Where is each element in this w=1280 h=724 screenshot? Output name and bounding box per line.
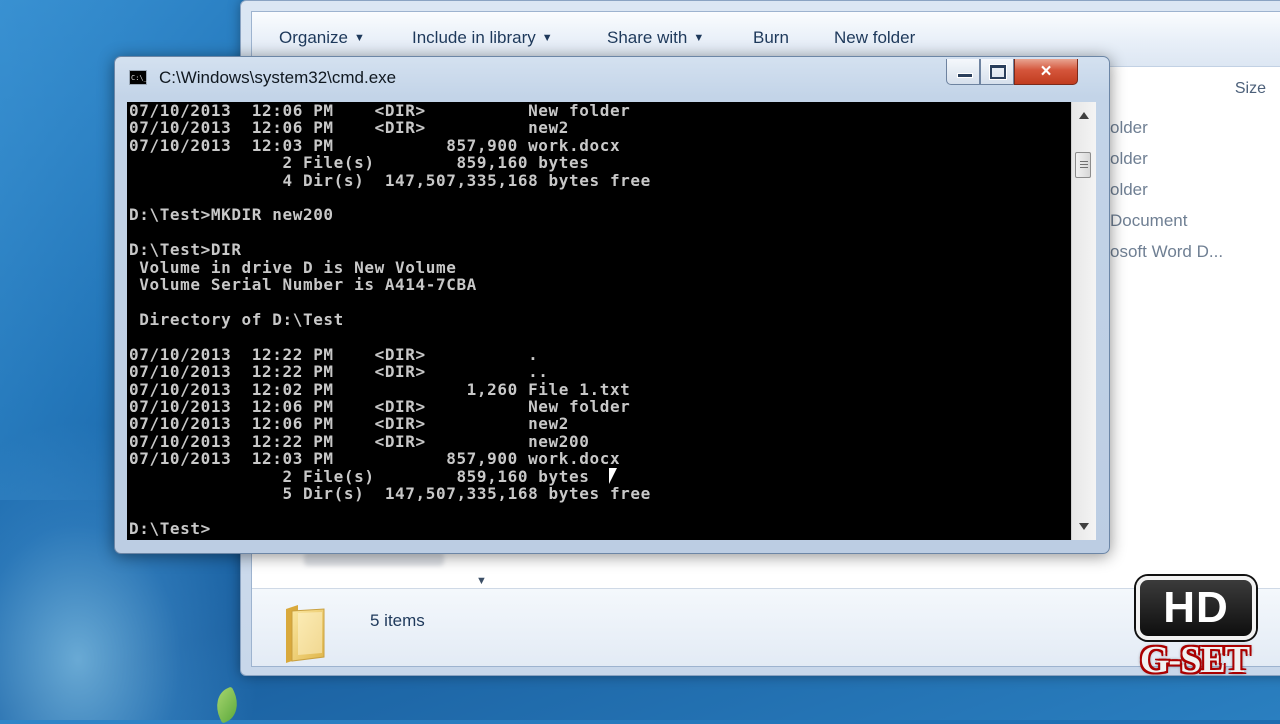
grip-line <box>1080 167 1088 168</box>
close-icon: × <box>1040 61 1052 82</box>
share-with-button[interactable]: Share with ▼ <box>607 28 704 48</box>
chevron-down-icon: ▼ <box>353 32 365 44</box>
scroll-down-arrow-icon[interactable] <box>1079 523 1089 530</box>
burn-button[interactable]: Burn <box>753 28 789 48</box>
mouse-pointer-icon <box>609 468 625 484</box>
minimize-button[interactable] <box>946 59 980 85</box>
new-folder-button[interactable]: New folder <box>834 28 915 48</box>
scroll-up-arrow-icon[interactable] <box>1079 112 1089 119</box>
close-button[interactable]: × <box>1014 59 1078 85</box>
list-item[interactable]: Document <box>1110 205 1280 236</box>
file-list-type-column: older older older Document osoft Word D.… <box>1110 112 1280 267</box>
folder-icon <box>286 605 325 663</box>
cmd-window[interactable]: C:\_ C:\Windows\system32\cmd.exe × 07/10… <box>114 56 1110 554</box>
maximize-button[interactable] <box>980 59 1014 85</box>
include-in-library-label: Include in library <box>412 28 536 47</box>
share-with-label: Share with <box>607 28 688 47</box>
list-item[interactable]: older <box>1110 174 1280 205</box>
hd-watermark-text: HD <box>1163 583 1229 632</box>
gset-watermark-text: G-SET <box>1140 639 1250 681</box>
console-output[interactable]: 07/10/2013 12:06 PM <DIR> New folder 07/… <box>127 102 1071 540</box>
items-count: 5 items <box>370 611 425 630</box>
hd-watermark-logo: HD <box>1136 576 1256 640</box>
list-item[interactable]: older <box>1110 112 1280 143</box>
list-item[interactable]: older <box>1110 143 1280 174</box>
cmd-app-icon[interactable]: C:\_ <box>129 70 148 85</box>
organize-button[interactable]: Organize ▼ <box>279 28 365 48</box>
scrollbar-thumb[interactable] <box>1075 152 1091 178</box>
chevron-down-icon: ▼ <box>541 32 553 44</box>
chevron-down-icon: ▼ <box>693 32 705 44</box>
burn-label: Burn <box>753 28 789 47</box>
grip-line <box>1080 164 1088 165</box>
new-folder-label: New folder <box>834 28 916 47</box>
include-in-library-button[interactable]: Include in library ▼ <box>412 28 553 48</box>
details-pane: 5 items <box>252 588 1280 666</box>
console-text: 07/10/2013 12:06 PM <DIR> New folder 07/… <box>129 102 651 538</box>
minimize-icon <box>957 73 973 78</box>
organize-label: Organize <box>279 28 348 47</box>
list-item[interactable]: osoft Word D... <box>1110 236 1280 267</box>
maximize-icon <box>989 64 1007 80</box>
console-scrollbar[interactable] <box>1071 102 1096 540</box>
column-header-size[interactable]: Size <box>1235 80 1266 98</box>
grip-line <box>1080 161 1088 162</box>
chevron-down-icon[interactable]: ▼ <box>476 575 487 587</box>
nav-pane-item[interactable] <box>304 552 444 566</box>
window-title: C:\Windows\system32\cmd.exe <box>159 68 397 87</box>
